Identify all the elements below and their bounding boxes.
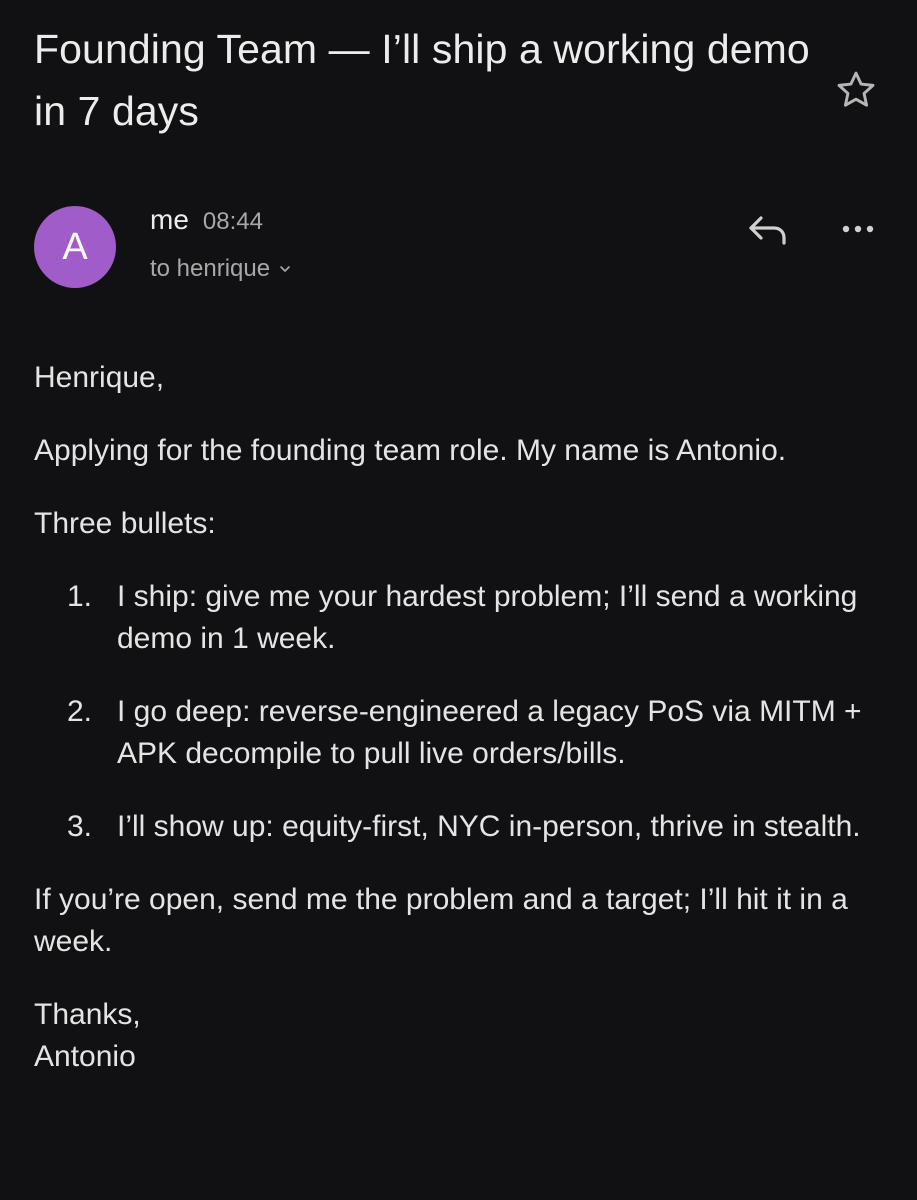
star-icon[interactable] [834, 68, 878, 112]
email-subject: Founding Team — I’ll ship a working demo… [34, 26, 810, 134]
email-intro: Applying for the founding team role. My … [34, 434, 787, 467]
sender-name: me [150, 204, 189, 235]
email-signoff: Thanks, [34, 998, 141, 1031]
email-body: Henrique, Applying for the founding team… [34, 357, 884, 1078]
email-greeting: Henrique, [34, 361, 165, 394]
recipient-label: to henrique [150, 255, 271, 282]
sent-time: 08:44 [202, 208, 263, 235]
bullet-text: I’ll show up: equity-first, NYC in-perso… [117, 810, 861, 843]
subject-header: Founding Team — I’ll ship a working demo… [34, 18, 814, 142]
sender-avatar[interactable]: A [34, 206, 116, 288]
bullet-number: 2. [67, 695, 93, 728]
reply-icon[interactable] [744, 210, 790, 250]
email-closing: If you’re open, send me the problem and … [34, 883, 848, 958]
chevron-down-icon [280, 266, 290, 272]
bullet-item: 3. I’ll show up: equity-first, NYC in-pe… [34, 806, 884, 848]
bullet-text: I go deep: reverse-engineered a legacy P… [117, 695, 862, 770]
sender-line: me 08:44 [150, 204, 263, 236]
bullets-lead: Three bullets: [34, 507, 216, 540]
bullet-list: 1. I ship: give me your hardest problem;… [34, 576, 884, 848]
email-signature: Antonio [34, 1040, 136, 1073]
bullet-item: 2. I go deep: reverse-engineered a legac… [34, 691, 884, 775]
recipient-details-toggle[interactable]: to henrique [150, 255, 292, 283]
avatar-letter: A [62, 225, 88, 268]
bullet-item: 1. I ship: give me your hardest problem;… [34, 576, 884, 660]
more-options-icon[interactable] [836, 214, 880, 244]
bullet-text: I ship: give me your hardest problem; I’… [117, 580, 858, 655]
bullet-number: 3. [67, 810, 93, 843]
bullet-number: 1. [67, 580, 93, 613]
